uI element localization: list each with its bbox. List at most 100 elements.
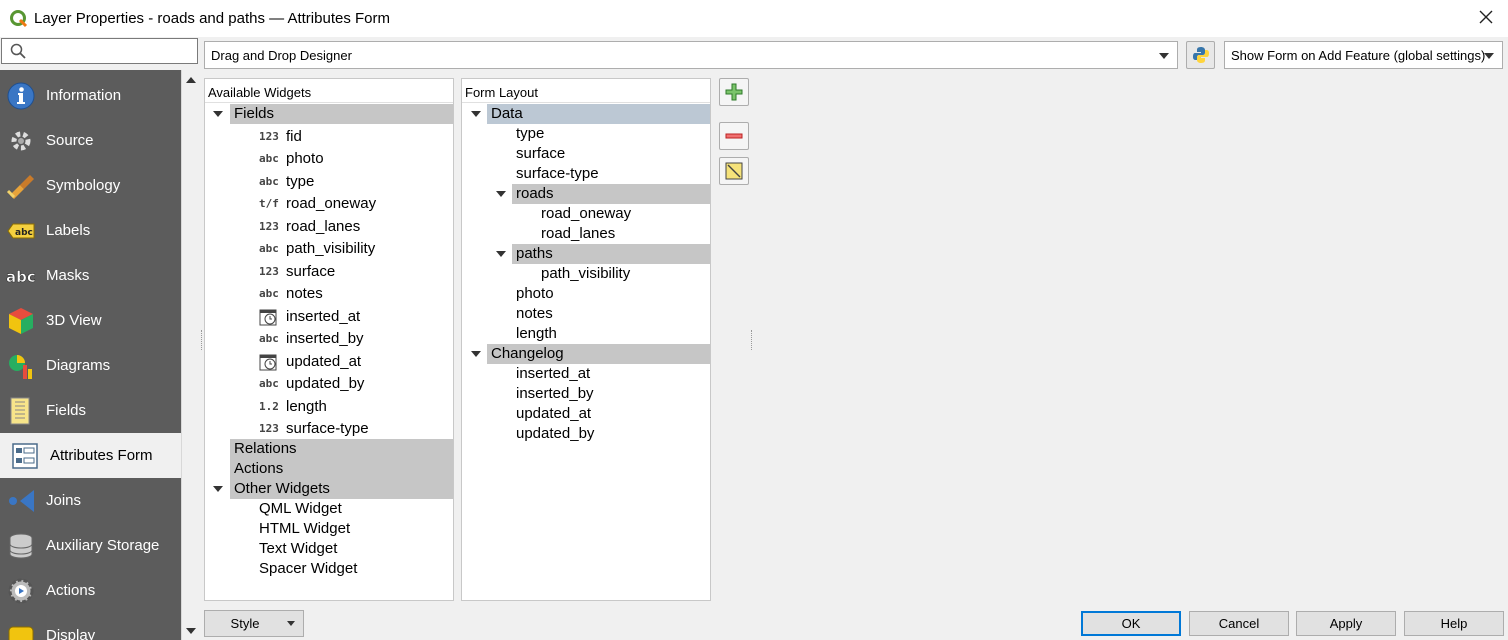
fields-icon	[6, 396, 36, 426]
tree-group-relations[interactable]: Relations	[230, 439, 453, 459]
expand-arrow-icon[interactable]	[496, 191, 506, 197]
tree-item-field[interactable]: inserted_at	[205, 307, 453, 327]
actions-icon	[6, 576, 36, 606]
form-layout-tree[interactable]: Form Layout Data type surface surface-type r…	[461, 78, 711, 601]
tree-group-fields[interactable]: Fields	[213, 104, 453, 124]
tree-item-field[interactable]: 123 road_lanes	[205, 217, 453, 237]
layout-field[interactable]: surface-type	[462, 164, 710, 184]
form-layout-header: Form Layout	[462, 79, 710, 103]
layout-field[interactable]: notes	[462, 304, 710, 324]
designer-mode-select[interactable]: Drag and Drop Designer	[204, 41, 1178, 69]
tree-group-actions[interactable]: Actions	[230, 459, 453, 479]
tree-group-relations-label: Relations	[234, 440, 297, 457]
tree-item-field[interactable]: updated_at	[205, 352, 453, 372]
expand-arrow-icon[interactable]	[213, 111, 223, 117]
sidebar-item-source[interactable]: Source	[0, 118, 181, 163]
available-widgets-tree[interactable]: Available Widgets Fields 123 fid abc photo ab…	[204, 78, 454, 601]
tree-item-widget[interactable]: QML Widget	[205, 499, 453, 519]
sidebar-item-display[interactable]: Display	[0, 613, 181, 640]
tree-item-widget[interactable]: Text Widget	[205, 539, 453, 559]
layout-field[interactable]: photo	[462, 284, 710, 304]
sidebar-item-labels[interactable]: abc Labels	[0, 208, 181, 253]
tree-item-field[interactable]: abc updated_by	[205, 374, 453, 394]
sidebar-item-fields[interactable]: Fields	[0, 388, 181, 433]
search-input[interactable]	[1, 38, 198, 64]
layout-field[interactable]: path_visibility	[462, 264, 710, 284]
sidebar-item-3d-view[interactable]: 3D View	[0, 298, 181, 343]
labels-icon: abc	[6, 216, 36, 246]
qgis-logo-icon	[10, 9, 28, 27]
sidebar-item-actions[interactable]: Actions	[0, 568, 181, 613]
expand-arrow-icon[interactable]	[496, 251, 506, 257]
sidebar-item-information[interactable]: Information	[0, 73, 181, 118]
edit-item-button[interactable]	[719, 157, 749, 185]
tree-item-field[interactable]: abc inserted_by	[205, 329, 453, 349]
layout-field[interactable]: updated_by	[462, 424, 710, 444]
tree-item-field[interactable]: 1.2 length	[205, 397, 453, 417]
scroll-down-arrow-icon[interactable]	[186, 628, 196, 634]
tree-item-field-label: type	[286, 173, 315, 190]
apply-button[interactable]: Apply	[1296, 611, 1396, 636]
tree-item-field[interactable]: 123 surface	[205, 262, 453, 282]
tree-item-field[interactable]: 123 fid	[205, 127, 453, 147]
layout-field-label: surface	[516, 145, 566, 162]
ok-button[interactable]: OK	[1081, 611, 1181, 636]
tree-item-field[interactable]: abc notes	[205, 284, 453, 304]
splitter-handle[interactable]	[751, 330, 753, 350]
cancel-button[interactable]: Cancel	[1189, 611, 1289, 636]
sidebar-item-auxiliary-storage[interactable]: Auxiliary Storage	[0, 523, 181, 568]
sidebar-item-diagrams[interactable]: Diagrams	[0, 343, 181, 388]
tree-item-field[interactable]: abc path_visibility	[205, 239, 453, 259]
tree-item-field[interactable]: 123 surface-type	[205, 419, 453, 439]
sidebar-item-masks[interactable]: abc Masks	[0, 253, 181, 298]
layout-container[interactable]: paths	[496, 244, 710, 264]
layout-container[interactable]: roads	[496, 184, 710, 204]
tree-item-field[interactable]: abc type	[205, 172, 453, 192]
sidebar-item-label: Information	[46, 87, 122, 104]
sidebar-item-joins[interactable]: Joins	[0, 478, 181, 523]
tree-item-field[interactable]: abc photo	[205, 149, 453, 169]
tree-item-field-label: path_visibility	[286, 240, 376, 257]
tree-item-field-label: length	[286, 398, 327, 415]
sidebar-item-label: Attributes Form	[50, 447, 153, 464]
splitter-handle[interactable]	[201, 330, 203, 350]
close-icon[interactable]	[1478, 9, 1494, 25]
expand-arrow-icon[interactable]	[471, 111, 481, 117]
add-container-button[interactable]	[719, 78, 749, 106]
scroll-up-arrow-icon[interactable]	[186, 77, 196, 83]
layout-field-label: path_visibility	[541, 265, 631, 282]
sidebar-item-symbology[interactable]: Symbology	[0, 163, 181, 208]
python-icon	[1192, 47, 1209, 63]
layout-field[interactable]: updated_at	[462, 404, 710, 424]
show-form-select[interactable]: Show Form on Add Feature (global setting…	[1224, 41, 1503, 69]
layout-field[interactable]: road_oneway	[462, 204, 710, 224]
tree-item-field[interactable]: t/f road_oneway	[205, 194, 453, 214]
svg-text:abc: abc	[15, 228, 33, 238]
expand-arrow-icon[interactable]	[213, 486, 223, 492]
layout-field[interactable]: inserted_at	[462, 364, 710, 384]
layout-field[interactable]: surface	[462, 144, 710, 164]
sidebar-item-label: Display	[46, 627, 96, 640]
layout-field[interactable]: inserted_by	[462, 384, 710, 404]
tree-item-field-label: inserted_by	[286, 330, 364, 347]
style-button[interactable]: Style	[204, 610, 304, 637]
sidebar-scrollbar[interactable]	[181, 70, 199, 640]
layout-container[interactable]: Data	[471, 104, 710, 124]
layout-field[interactable]: length	[462, 324, 710, 344]
sidebar-item-attributes-form[interactable]: Attributes Form	[0, 433, 181, 478]
designer-mode-value: Drag and Drop Designer	[211, 47, 352, 63]
sidebar-item-label: Masks	[46, 267, 90, 284]
tree-item-widget[interactable]: HTML Widget	[205, 519, 453, 539]
python-init-button[interactable]	[1186, 41, 1215, 69]
layout-field[interactable]: road_lanes	[462, 224, 710, 244]
tree-item-field-label: photo	[286, 150, 324, 167]
tree-item-field-label: fid	[286, 128, 302, 145]
layout-container[interactable]: Changelog	[471, 344, 710, 364]
help-button[interactable]: Help	[1404, 611, 1504, 636]
tree-item-widget[interactable]: Spacer Widget	[205, 559, 453, 579]
layout-field[interactable]: type	[462, 124, 710, 144]
remove-item-button[interactable]	[719, 122, 749, 150]
tree-item-field-label: updated_at	[286, 353, 362, 370]
expand-arrow-icon[interactable]	[471, 351, 481, 357]
tree-group-other-widgets[interactable]: Other Widgets	[213, 479, 453, 499]
